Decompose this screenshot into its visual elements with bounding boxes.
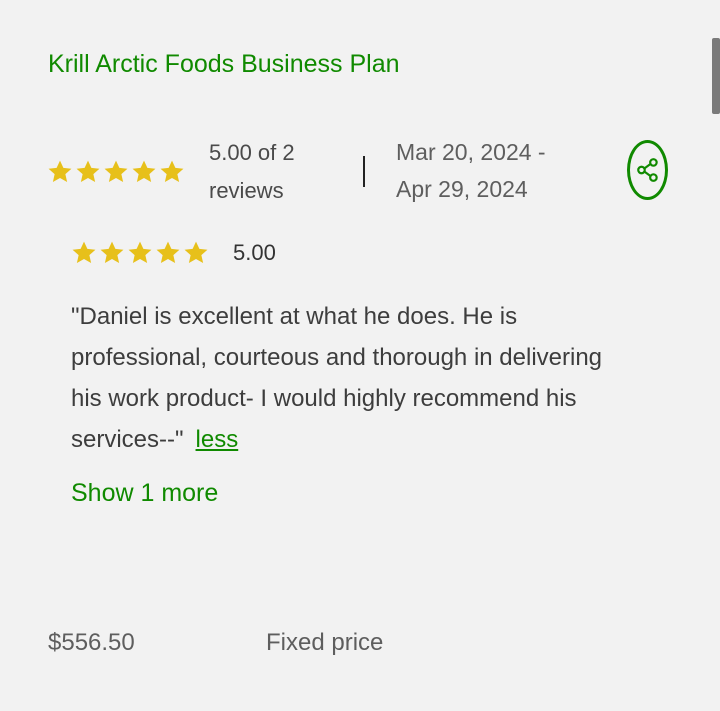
star-icon — [126, 239, 154, 267]
less-link[interactable]: less — [196, 426, 239, 453]
star-icon — [158, 158, 186, 186]
date-start: Mar 20, 2024 - — [396, 139, 546, 165]
job-rating-stars — [46, 158, 186, 186]
star-icon — [46, 158, 74, 186]
show-more-button[interactable]: Show 1 more — [71, 476, 218, 510]
job-title-link[interactable]: Krill Arctic Foods Business Plan — [48, 46, 400, 82]
star-icon — [130, 158, 158, 186]
share-icon — [636, 158, 658, 182]
price-amount: $556.50 — [48, 629, 135, 656]
star-icon — [98, 239, 126, 267]
date-end: Apr 29, 2024 — [396, 176, 528, 202]
scrollbar-thumb[interactable] — [712, 38, 720, 114]
share-button[interactable] — [627, 140, 668, 200]
star-icon — [182, 239, 210, 267]
review-text: "Daniel is excellent at what he does. He… — [71, 296, 631, 460]
star-icon — [70, 239, 98, 267]
review-rating-stars — [70, 239, 210, 267]
rating-summary: 5.00 of 2 reviews — [209, 134, 295, 210]
rating-summary-label: reviews — [209, 178, 284, 203]
star-icon — [102, 158, 130, 186]
review-score: 5.00 — [233, 240, 276, 265]
rating-summary-value: 5.00 of 2 — [209, 140, 295, 165]
review-quote: "Daniel is excellent at what he does. He… — [71, 303, 603, 453]
star-icon — [74, 158, 102, 186]
star-icon — [154, 239, 182, 267]
vertical-divider — [363, 156, 365, 187]
price-type: Fixed price — [266, 629, 384, 656]
date-range: Mar 20, 2024 - Apr 29, 2024 — [396, 134, 546, 208]
